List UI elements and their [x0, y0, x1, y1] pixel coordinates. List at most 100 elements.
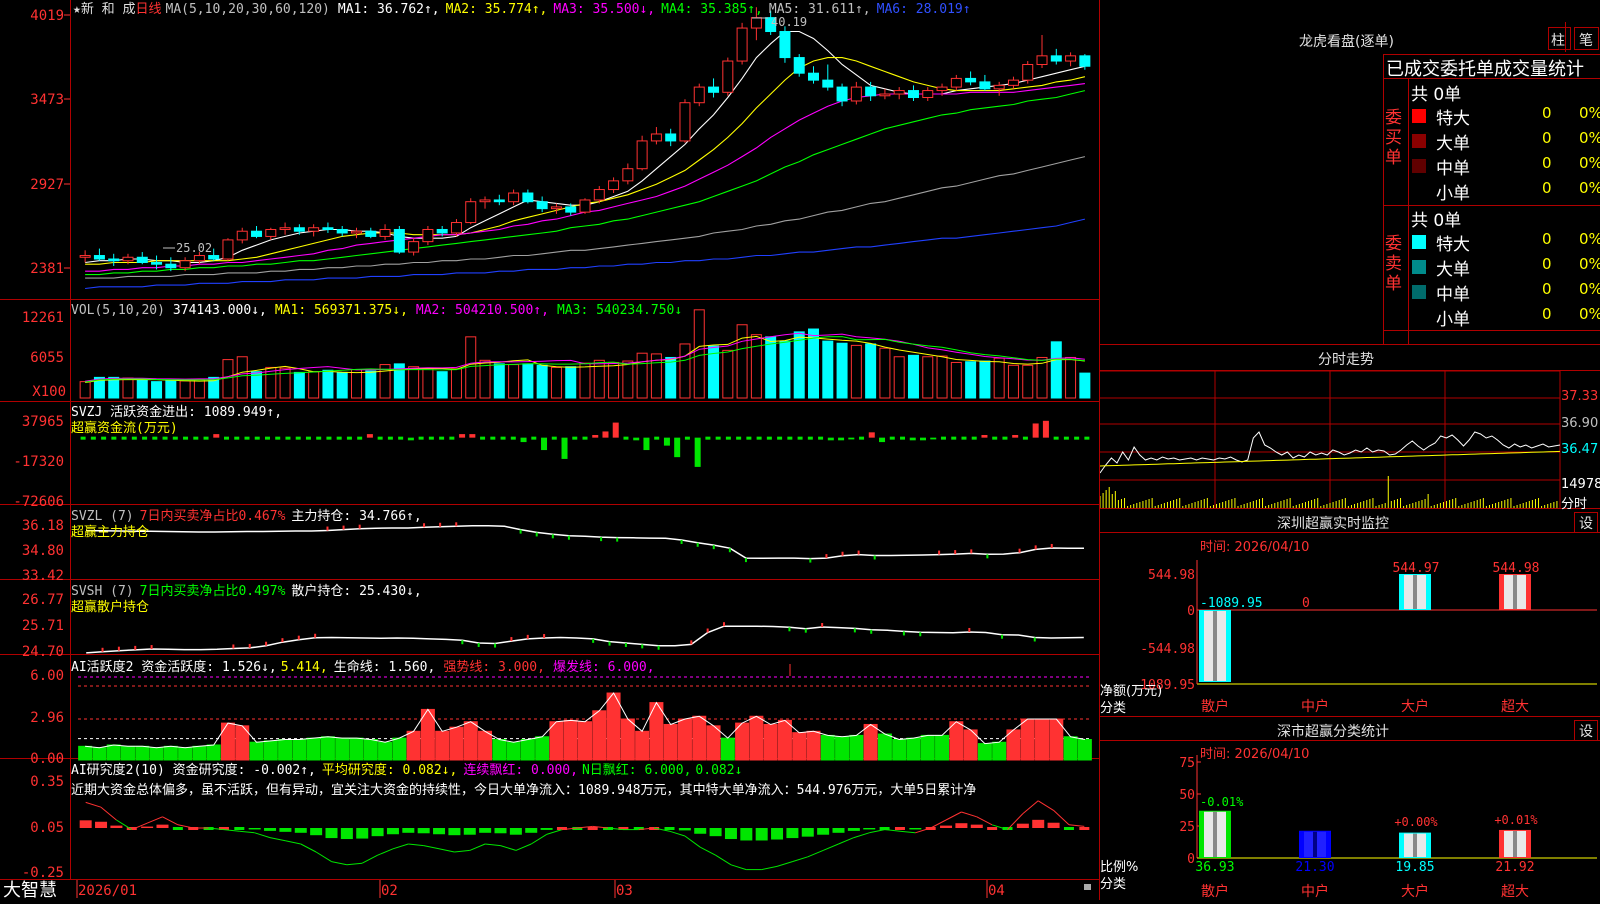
buy-row-pct: 0% [1579, 104, 1600, 122]
candle [550, 206, 562, 210]
activity-bar [192, 745, 207, 761]
fund-flow-dash [797, 436, 803, 440]
volume-bar [850, 344, 862, 399]
buy-row-color-swatch [1412, 184, 1426, 198]
candle [365, 230, 377, 237]
intraday-volume-label: 14978 [1561, 477, 1600, 492]
classify-change-label: +0.00% [1394, 815, 1438, 829]
classify-xlabel: 分类 [1100, 877, 1127, 892]
fund-flow-bar [407, 437, 414, 441]
research-bar [294, 828, 307, 833]
svsh-ytick: 25.71 [22, 618, 64, 634]
activity-bar [692, 715, 707, 761]
fund-flow-dash [398, 436, 404, 440]
fund-flow-dash [387, 436, 393, 440]
candle [1079, 55, 1091, 67]
research-bar [863, 828, 876, 830]
ai1-ytick: 2.96 [30, 710, 64, 726]
fund-flow-dash [254, 436, 260, 440]
fund-flow-dash [940, 436, 946, 440]
fund-flow-dash [510, 436, 516, 440]
activity-bar [306, 737, 321, 761]
intraday-title: 分时走势 [1318, 352, 1374, 368]
volume-bar [279, 367, 291, 399]
fund-flow-bar [694, 437, 701, 467]
research-bar [724, 828, 737, 840]
research-bar [801, 828, 814, 837]
fund-flow-dash [326, 436, 332, 440]
activity-bar [592, 710, 607, 761]
candle [636, 140, 648, 170]
volume-bar [665, 356, 677, 399]
brand-logo: 大智慧 [3, 880, 57, 900]
classify-time: 时间: 2026/04/10 [1200, 747, 1310, 762]
monitor-chart: 544.980-544.98-1089.95-1089.95 0544.97 544… [1132, 560, 1597, 715]
volume-bar [907, 354, 919, 399]
monitor-settings-button[interactable]: 设 [1574, 512, 1598, 533]
volume-bar [565, 366, 577, 399]
research-bar [832, 828, 845, 833]
candle [179, 260, 191, 269]
main-header: ★新 和 成日线 MA(5,10,20,30,60,120) MA1: 36.762… [73, 1, 971, 17]
volume-bar [722, 349, 734, 399]
buy-row-color-swatch [1412, 109, 1426, 123]
candle [922, 90, 934, 99]
fund-flow-dash [500, 436, 506, 440]
activity-bar [178, 747, 193, 761]
classify-value-label: 21.92 [1495, 860, 1534, 875]
candle [722, 60, 734, 93]
activity-bar [535, 736, 550, 761]
volume-bar [136, 378, 148, 399]
vol-header: VOL(5,10,20) 374143.000↓, MA1: 569371.375↓… [71, 303, 682, 318]
intraday-price-label: 36.90 [1561, 416, 1599, 431]
sell-row-label: 小单 [1436, 310, 1470, 330]
classify-bar-shade [1513, 830, 1517, 857]
activity-bar [449, 726, 464, 761]
research-bar [755, 828, 768, 841]
fund-flow-dash [142, 436, 148, 440]
candle [122, 256, 134, 262]
activity-bar [820, 734, 835, 761]
research-dash [664, 827, 675, 830]
activity-bar [720, 737, 735, 761]
fund-flow-bar [459, 434, 466, 438]
volume-bar [808, 328, 820, 399]
kline-area[interactable]: 4019 3473 2927 2381 12261 6055 X100 3796… [0, 0, 1100, 901]
sell-row-color-swatch [1412, 285, 1426, 299]
fund-flow-dash [244, 436, 250, 440]
buy-total: 共 0单 [1411, 85, 1462, 105]
intraday-chart [1100, 370, 1561, 508]
research-bar [141, 826, 154, 828]
fund-flow-dash [111, 436, 117, 440]
tick-mode-button[interactable]: 笔 [1579, 30, 1593, 50]
buy-row-color-swatch [1412, 159, 1426, 173]
candle [836, 86, 848, 102]
date-label: 04 [988, 883, 1005, 899]
indicator-panels[interactable]: 4019 3473 2927 2381 12261 6055 X100 3796… [0, 0, 1100, 901]
fund-flow-dash [531, 436, 537, 440]
bar-mode-button[interactable]: 柱 [1551, 30, 1565, 50]
fund-flow-bar [930, 437, 937, 440]
candle [322, 227, 334, 230]
sell-row-pct: 0% [1579, 280, 1600, 298]
sell-total: 共 0单 [1411, 211, 1462, 231]
volume-bar [422, 367, 434, 399]
fund-flow-dash [766, 436, 772, 440]
activity-bar [120, 745, 135, 761]
volume-bar [936, 355, 948, 399]
candle [136, 256, 148, 263]
activity-bar [735, 722, 750, 761]
classify-settings-button[interactable]: 设 [1574, 720, 1598, 741]
sell-row-qty: 0 [1542, 280, 1552, 298]
volume-bar [779, 340, 791, 399]
activity-bar [835, 736, 850, 761]
candle [865, 86, 877, 97]
candle [779, 31, 791, 59]
lock-icon[interactable] [1084, 884, 1091, 890]
candle [251, 230, 263, 237]
dragon-title: 龙虎看盘(逐单) [1299, 34, 1394, 50]
volume-bar [693, 309, 705, 399]
candle [665, 133, 677, 142]
activity-bar [1077, 739, 1092, 761]
date-label: 03 [616, 883, 633, 899]
